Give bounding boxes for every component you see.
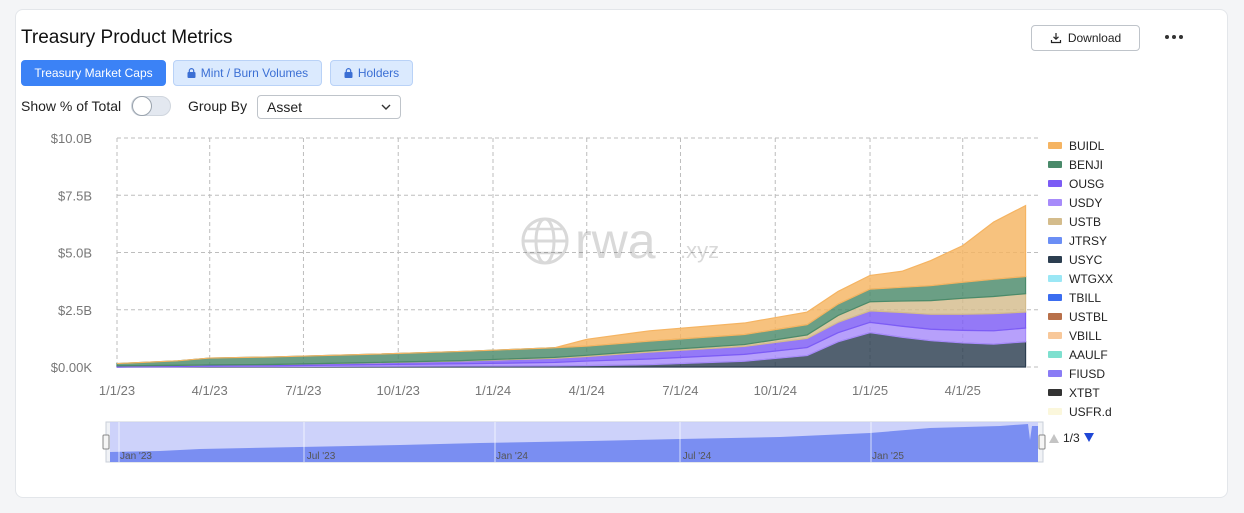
range-navigator[interactable]: Jan '23 Jul '23 Jan '24 Jul '24 Jan '25 xyxy=(102,421,1046,463)
legend-item-jtrsy[interactable]: JTRSY xyxy=(1048,231,1113,250)
legend-label: VBILL xyxy=(1069,328,1102,343)
legend-label: TBILL xyxy=(1069,290,1102,305)
legend-label: USTBL xyxy=(1069,309,1108,324)
legend-label: WTGXX xyxy=(1069,271,1113,286)
navigator-left-handle[interactable] xyxy=(102,434,110,450)
legend-label: USFR.d xyxy=(1069,404,1112,419)
legend-swatch xyxy=(1048,180,1062,187)
legend-item-buidl[interactable]: BUIDL xyxy=(1048,136,1113,155)
legend-swatch xyxy=(1048,142,1062,149)
legend-label: USDY xyxy=(1069,195,1103,210)
legend-label: FIUSD xyxy=(1069,366,1105,381)
legend-item-usyc[interactable]: USYC xyxy=(1048,250,1113,269)
globe-icon xyxy=(521,217,569,265)
legend-pager: 1/3 xyxy=(1048,431,1095,445)
legend-swatch xyxy=(1048,313,1062,320)
x-tick-label: 1/1/25 xyxy=(852,383,888,398)
y-tick-label: $10.0B xyxy=(51,131,92,146)
navigator-label: Jul '24 xyxy=(683,451,712,462)
x-tick-label: 1/1/23 xyxy=(99,383,135,398)
watermark-suffix: .xyz xyxy=(680,238,719,263)
legend-next-icon[interactable] xyxy=(1083,433,1095,443)
legend-swatch xyxy=(1048,332,1062,339)
legend-label: XTBT xyxy=(1069,385,1100,400)
legend-item-wtgxx[interactable]: WTGXX xyxy=(1048,269,1113,288)
legend-item-ustb[interactable]: USTB xyxy=(1048,212,1113,231)
legend-page: 1/3 xyxy=(1063,431,1080,445)
x-tick-label: 4/1/25 xyxy=(945,383,981,398)
x-tick-label: 10/1/23 xyxy=(377,383,420,398)
y-tick-label: $0.00K xyxy=(51,360,93,375)
x-tick-label: 4/1/23 xyxy=(192,383,228,398)
legend-label: BENJI xyxy=(1069,157,1104,172)
legend-item-ousg[interactable]: OUSG xyxy=(1048,174,1113,193)
legend-item-fiusd[interactable]: FIUSD xyxy=(1048,364,1113,383)
legend-swatch xyxy=(1048,294,1062,301)
legend-swatch xyxy=(1048,218,1062,225)
legend-swatch xyxy=(1048,199,1062,206)
legend-swatch xyxy=(1048,389,1062,396)
legend-item-ustbl[interactable]: USTBL xyxy=(1048,307,1113,326)
y-tick-label: $5.0B xyxy=(58,246,92,261)
x-tick-label: 7/1/24 xyxy=(662,383,698,398)
legend-item-xtbt[interactable]: XTBT xyxy=(1048,383,1113,402)
legend-swatch xyxy=(1048,351,1062,358)
x-tick-label: 4/1/24 xyxy=(569,383,605,398)
watermark: rwa .xyz xyxy=(521,213,719,269)
legend-label: JTRSY xyxy=(1069,233,1108,248)
navigator-right-handle[interactable] xyxy=(1038,434,1046,450)
legend-item-aaulf[interactable]: AAULF xyxy=(1048,345,1113,364)
navigator-label: Jan '23 xyxy=(120,451,152,462)
navigator-label: Jan '25 xyxy=(872,451,904,462)
legend-item-usfr-d[interactable]: USFR.d xyxy=(1048,402,1113,421)
legend-label: USTB xyxy=(1069,214,1102,229)
watermark-text: rwa xyxy=(575,213,656,269)
chart-legend: BUIDL BENJI OUSG USDY USTB JTRSY USYC WTGXX TBIL… xyxy=(1048,136,1113,421)
legend-label: USYC xyxy=(1069,252,1103,267)
legend-label: AAULF xyxy=(1069,347,1108,362)
legend-item-usdy[interactable]: USDY xyxy=(1048,193,1113,212)
x-tick-label: 7/1/23 xyxy=(285,383,321,398)
legend-item-benji[interactable]: BENJI xyxy=(1048,155,1113,174)
legend-item-tbill[interactable]: TBILL xyxy=(1048,288,1113,307)
legend-swatch xyxy=(1048,256,1062,263)
legend-swatch xyxy=(1048,370,1062,377)
legend-item-vbill[interactable]: VBILL xyxy=(1048,326,1113,345)
navigator-label: Jan '24 xyxy=(496,451,528,462)
legend-label: OUSG xyxy=(1069,176,1105,191)
legend-swatch xyxy=(1048,237,1062,244)
x-tick-label: 10/1/24 xyxy=(754,383,797,398)
legend-swatch xyxy=(1048,408,1062,415)
y-tick-label: $7.5B xyxy=(58,188,92,203)
legend-swatch xyxy=(1048,275,1062,282)
navigator-label: Jul '23 xyxy=(307,451,336,462)
legend-label: BUIDL xyxy=(1069,138,1105,153)
legend-prev-icon[interactable] xyxy=(1048,433,1060,443)
x-tick-label: 1/1/24 xyxy=(475,383,511,398)
y-tick-label: $2.5B xyxy=(58,303,92,318)
legend-swatch xyxy=(1048,161,1062,168)
